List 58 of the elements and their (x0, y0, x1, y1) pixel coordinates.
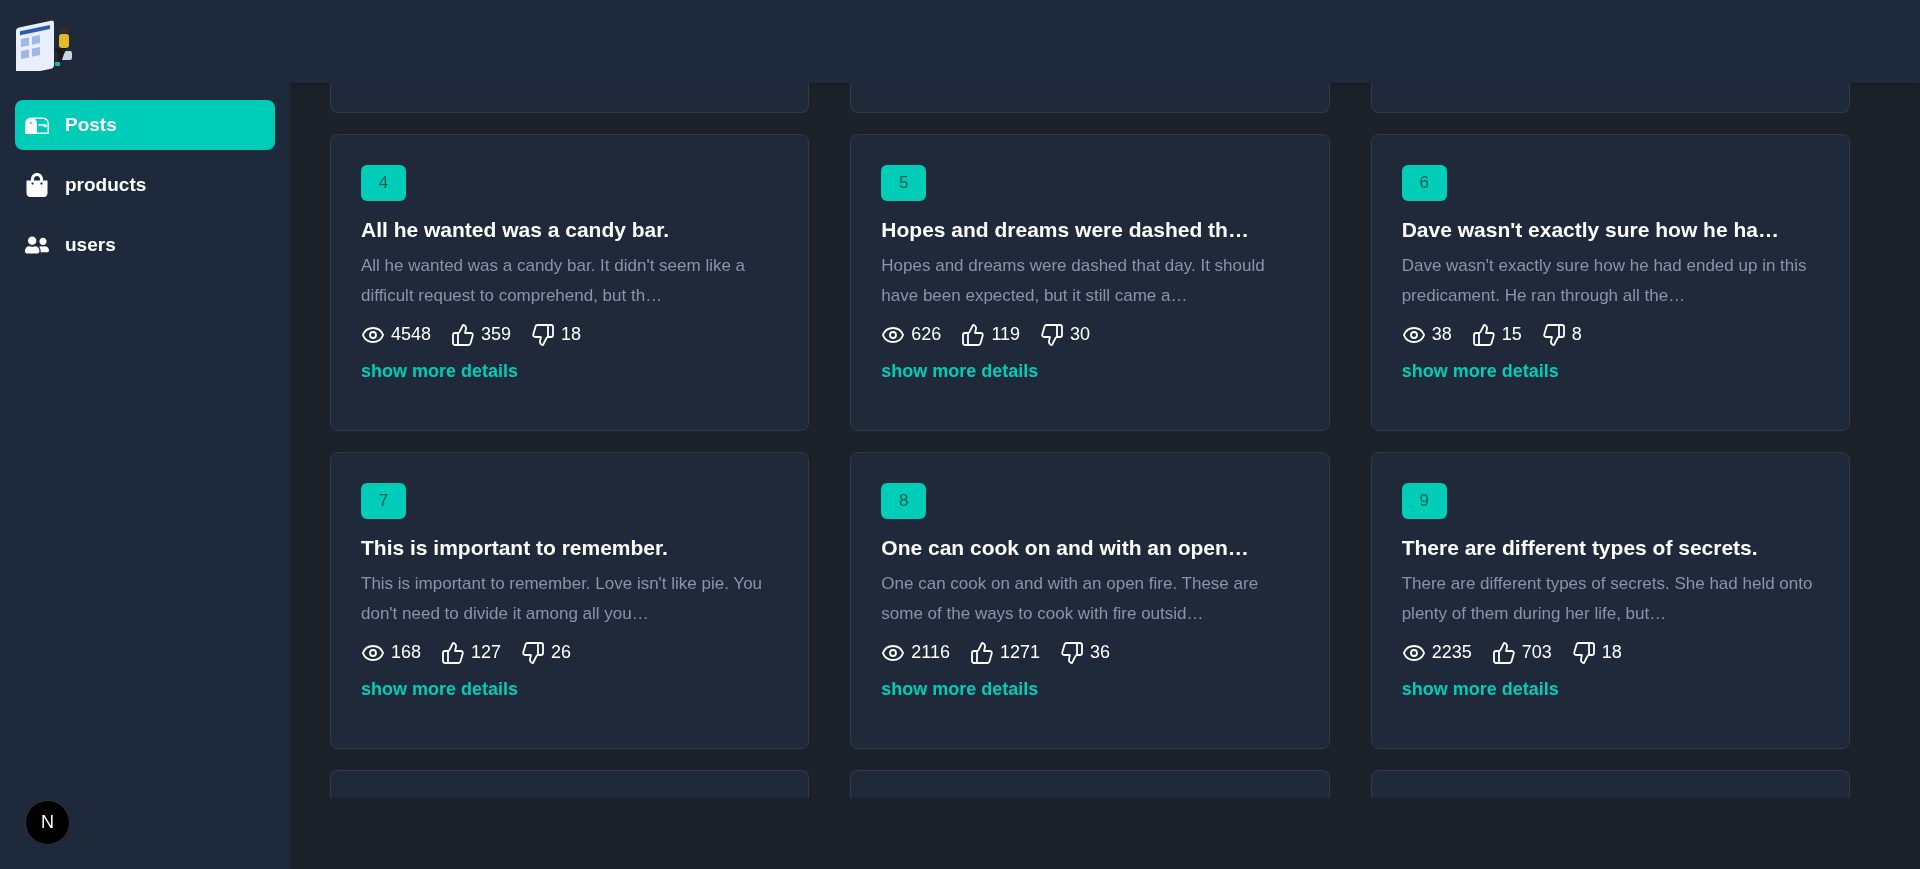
post-excerpt: Dave wasn't exactly sure how he had ended up in this predicament. He ran through all the… (1401, 255, 1808, 307)
dislikes-count: 26 (551, 641, 572, 664)
post-title: This is important to remember. (361, 535, 669, 561)
thumbs-up-icon (451, 322, 476, 347)
views-count: 626 (911, 323, 942, 346)
post-id-badge: 6 (1401, 165, 1447, 201)
details-link[interactable]: show more details (361, 358, 519, 385)
likes-count: 359 (481, 323, 512, 346)
post-excerpt: One can cook on and with an open fire. These are some of the ways to cook with fire outsid… (881, 573, 1260, 625)
views-count: 2116 (911, 641, 951, 664)
post-id-badge: 8 (881, 483, 927, 519)
likes-count: 703 (1521, 641, 1552, 664)
dislikes-count: 36 (1090, 641, 1111, 664)
thumbs-down-icon (1040, 322, 1065, 347)
likes-count: 1271 (1000, 641, 1041, 664)
thumbs-down-icon (531, 322, 556, 347)
shopping-bag-icon (25, 173, 49, 197)
thumbs-up-icon (970, 640, 995, 665)
thumbs-down-icon (1571, 640, 1596, 665)
details-link[interactable]: show more details (881, 358, 1039, 385)
sidebar-item[interactable]: users (15, 220, 275, 270)
likes-count: 119 (991, 323, 1021, 346)
post-title: Hopes and dreams were dashed th… (881, 217, 1250, 243)
post-id-badge: 7 (361, 483, 406, 519)
thumbs-down-icon (1541, 322, 1566, 347)
sidebar-item[interactable]: products (15, 160, 275, 210)
details-link[interactable]: show more details (1401, 358, 1559, 385)
post-id-badge: 5 (881, 165, 927, 201)
thumbs-up-icon (961, 322, 986, 347)
views-count: 168 (391, 641, 422, 664)
dislikes-count: 18 (561, 323, 582, 346)
views-count: 38 (1431, 323, 1452, 346)
likes-count: 15 (1501, 323, 1522, 346)
dislikes-count: 8 (1571, 323, 1582, 346)
post-excerpt: There are different types of secrets. She had held onto plenty of them during her life, but… (1401, 573, 1814, 625)
profile-avatar[interactable]: N (25, 800, 70, 845)
post-excerpt: Hopes and dreams were dashed that day. It should have been expected, but it still came a… (881, 255, 1266, 307)
post-title: There are different types of secrets. (1401, 535, 1759, 561)
post-id-badge: 9 (1401, 483, 1447, 519)
post-title: Dave wasn't exactly sure how he ha… (1401, 217, 1780, 243)
post-excerpt: All he wanted was a candy bar. It didn't seem like a difficult request to comprehend, but th… (361, 255, 747, 307)
details-link[interactable]: show more details (361, 676, 519, 703)
post-excerpt: This is important to remember. Love isn't like pie. You don't need to divide it among all you… (361, 573, 764, 625)
thumbs-down-icon (1060, 640, 1085, 665)
thumbs-down-icon (521, 640, 546, 665)
thumbs-up-icon (441, 640, 466, 665)
views-count: 2235 (1431, 641, 1472, 664)
details-link[interactable]: show more details (1401, 676, 1559, 703)
post-title: All he wanted was a candy bar. (361, 217, 671, 243)
post-id-badge: 4 (361, 165, 406, 201)
likes-count: 127 (471, 641, 502, 664)
dislikes-count: 18 (1601, 641, 1622, 664)
post-title: One can cook on and with an open… (881, 535, 1250, 561)
thumbs-up-icon (1471, 322, 1496, 347)
thumbs-up-icon (1491, 640, 1516, 665)
views-count: 4548 (391, 323, 432, 346)
dislikes-count: 30 (1070, 323, 1091, 346)
details-link[interactable]: show more details (881, 676, 1039, 703)
